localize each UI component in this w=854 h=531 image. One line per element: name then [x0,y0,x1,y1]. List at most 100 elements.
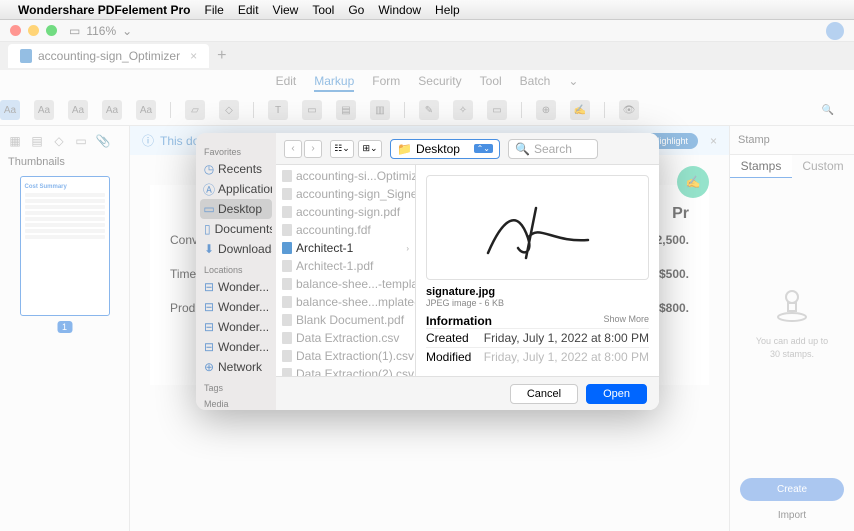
show-more-link[interactable]: Show More [603,314,649,328]
sidebar-desktop[interactable]: ▭Desktop [200,199,272,219]
sidebar-recents[interactable]: ◷Recents [200,159,272,179]
file-item[interactable]: accounting-sign_Signed.pdf [276,185,415,203]
open-button[interactable]: Open [586,384,647,404]
attachment-icon[interactable]: ▥ [370,100,390,120]
user-avatar[interactable] [826,22,844,40]
file-item[interactable]: Data Extraction(1).csv [276,347,415,365]
thumbnails-panel: ▦ ▤ ◇ ▭ 📎 Thumbnails Cost Summary 1 [0,126,130,531]
floating-signature-button[interactable]: ✍ [677,166,709,198]
sidebar-location[interactable]: ⊟Wonder... [200,317,272,337]
text-tool-1-icon[interactable]: Aa [34,100,54,120]
note-icon[interactable]: ▤ [336,100,356,120]
line-item-price: $500. [659,267,689,281]
signature-icon[interactable]: ✍ [570,100,590,120]
tags-heading: Tags [204,383,268,393]
menu-window[interactable]: Window [378,3,421,17]
annotations-icon[interactable]: ◇ [52,134,66,148]
add-tab-button[interactable]: + [217,47,226,65]
menu-tool[interactable]: Tool [312,3,334,17]
textbox-icon[interactable]: T [268,100,288,120]
bookmarks-icon[interactable]: ▤ [30,134,44,148]
file-icon [282,260,292,272]
underline-icon[interactable]: Aa [68,100,88,120]
location-dropdown[interactable]: 📁 Desktop ⌃⌄ [390,139,500,159]
toolbar-separator [604,102,605,118]
app-name[interactable]: Wondershare PDFelement Pro [18,3,191,17]
toolbar-tab-security[interactable]: Security [418,74,461,92]
zoom-control[interactable]: ▭ 116% ⌄ [69,24,132,38]
file-list[interactable]: accounting-si...Optimizer.pdf accounting… [276,165,416,376]
sidebar-toggle-icon[interactable]: ▭ [69,24,80,38]
columns-view-button[interactable]: ☷⌄ [330,140,354,158]
file-icon [282,188,292,200]
tab-stamps[interactable]: Stamps [730,155,792,178]
toolbar-tab-form[interactable]: Form [372,74,400,92]
chevron-down-icon[interactable]: ⌄ [122,24,132,38]
eraser-icon[interactable]: ◇ [219,100,239,120]
menu-go[interactable]: Go [348,3,364,17]
file-item[interactable]: Architect-1.pdf [276,257,415,275]
toolbar-separator [253,102,254,118]
file-item[interactable]: Blank Document.pdf [276,311,415,329]
menu-edit[interactable]: Edit [238,3,259,17]
minimize-window-button[interactable] [28,25,39,36]
close-banner-icon[interactable]: × [710,134,717,148]
squiggly-icon[interactable]: Aa [136,100,156,120]
import-stamp-button[interactable]: Import [740,510,844,521]
media-heading: Media [204,399,268,409]
toolbar-tab-batch[interactable]: Batch [520,74,551,92]
close-window-button[interactable] [10,25,21,36]
sidebar-location[interactable]: ⊟Wonder... [200,337,272,357]
folder-item[interactable]: Architect-1› [276,239,415,257]
toolbar-tab-markup[interactable]: Markup [314,74,354,92]
file-item[interactable]: Data Extraction.csv [276,329,415,347]
file-icon [282,224,292,236]
menu-view[interactable]: View [273,3,299,17]
thumbnails-icon[interactable]: ▦ [8,134,22,148]
sidebar-downloads[interactable]: ⬇Downloads [200,239,272,259]
create-stamp-button[interactable]: Create [740,478,844,501]
sidebar-documents[interactable]: ▯Documents [200,219,272,239]
pin-icon[interactable]: ✧ [453,100,473,120]
file-item[interactable]: accounting-si...Optimizer.pdf [276,167,415,185]
stamp-icon[interactable]: ⊕ [536,100,556,120]
close-tab-icon[interactable]: × [190,49,197,63]
toolbar-separator [521,102,522,118]
sidebar-location[interactable]: ⊟Wonder... [200,277,272,297]
disk-icon: ⊟ [204,342,214,352]
batch-chevron-icon[interactable]: ⌄ [568,74,578,92]
document-tab[interactable]: accounting-sign_Optimizer × [8,44,209,68]
page-thumbnail[interactable]: Cost Summary 1 [20,176,110,316]
sidebar-applications[interactable]: ⒶApplications [200,179,272,199]
dialog-search[interactable]: 🔍 Search [508,139,598,159]
cancel-button[interactable]: Cancel [510,384,578,404]
tab-custom[interactable]: Custom [792,155,854,178]
sidebar-location[interactable]: ⊟Wonder... [200,297,272,317]
toolbar-search[interactable]: 🔍 [822,105,834,116]
fields-icon[interactable]: ▭ [74,134,88,148]
forward-button[interactable]: › [304,140,322,158]
back-button[interactable]: ‹ [284,140,302,158]
info-header: Information Show More [426,314,649,328]
attachments-panel-icon[interactable]: 📎 [96,134,110,148]
stamp-hint-text: You can add up to 30 stamps. [750,335,834,360]
sidebar-network[interactable]: ⊕Network [200,357,272,377]
callout-icon[interactable]: ▭ [302,100,322,120]
hide-icon[interactable]: 👁 [619,100,639,120]
strikethrough-icon[interactable]: Aa [102,100,122,120]
file-item[interactable]: Data Extraction(2).csv [276,365,415,376]
file-item[interactable]: balance-shee...-template.fdf [276,275,415,293]
maximize-window-button[interactable] [46,25,57,36]
menu-help[interactable]: Help [435,3,460,17]
group-button[interactable]: ⊞⌄ [358,140,382,158]
file-item[interactable]: accounting-sign.pdf [276,203,415,221]
text-highlight-icon[interactable]: Aa [0,100,20,120]
toolbar-tab-edit[interactable]: Edit [276,74,297,92]
file-item[interactable]: balance-shee...mplate-1-1.fdf [276,293,415,311]
menu-file[interactable]: File [205,3,224,17]
area-highlight-icon[interactable]: ▱ [185,100,205,120]
shapes-icon[interactable]: ▭ [487,100,507,120]
pencil-icon[interactable]: ✎ [419,100,439,120]
file-item[interactable]: accounting.fdf [276,221,415,239]
toolbar-tab-tool[interactable]: Tool [480,74,502,92]
